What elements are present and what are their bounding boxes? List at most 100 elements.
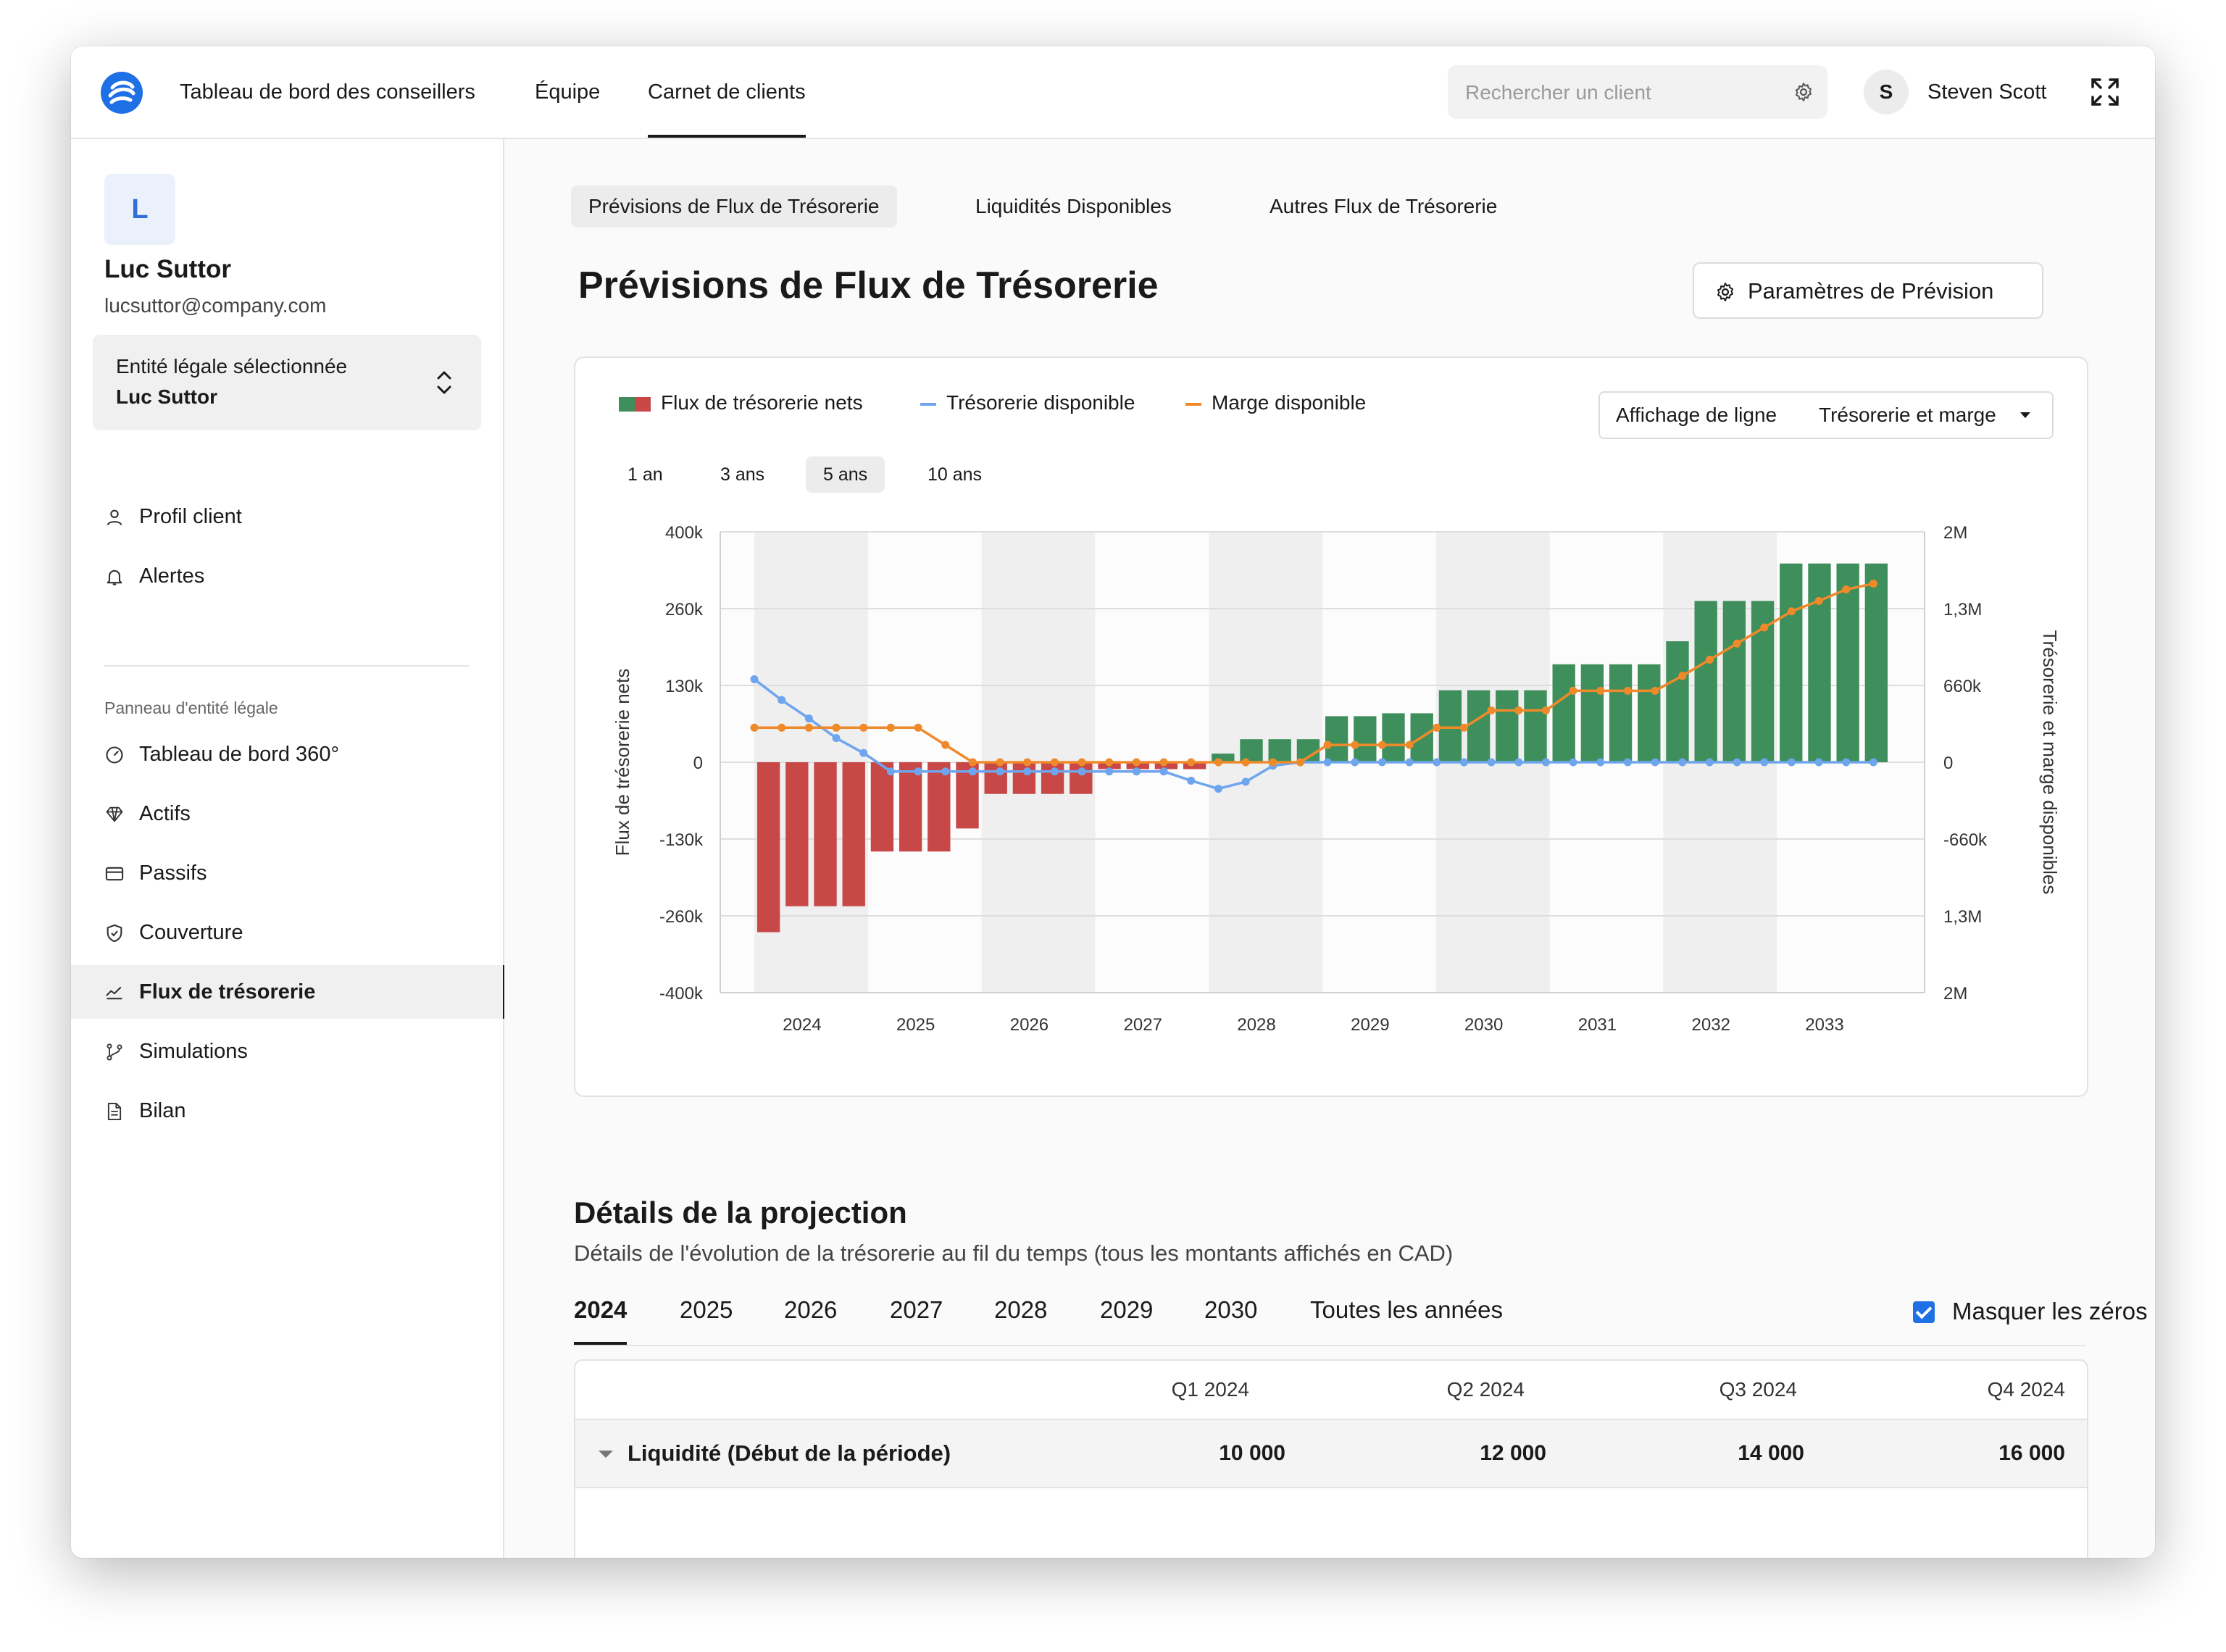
- available-margin-point: [804, 723, 813, 732]
- projection-subtitle: Détails de l'évolution de la trésorerie …: [574, 1240, 1454, 1266]
- net-cash-flow-bar: [1609, 664, 1633, 762]
- sidebar-item-liabilities[interactable]: Passifs: [71, 846, 503, 900]
- y-right-tick-label: 1,3M: [1943, 600, 1982, 620]
- year-tab-2030[interactable]: 2030: [1204, 1275, 1257, 1345]
- y-left-tick-label: -130k: [659, 830, 704, 850]
- credit-card-icon: [105, 867, 124, 881]
- tab-available-liquidity[interactable]: Liquidités Disponibles: [958, 185, 1189, 228]
- sidebar-item-cash-flow[interactable]: Flux de trésorerie: [71, 965, 506, 1019]
- sidebar-item-dashboard-360[interactable]: Tableau de bord 360°: [71, 727, 503, 781]
- available-margin-point: [1214, 758, 1222, 767]
- available-margin-point: [1132, 758, 1141, 767]
- net-cash-flow-bar: [756, 762, 780, 933]
- year-tab-2025[interactable]: 2025: [680, 1275, 733, 1345]
- legend-available-margin[interactable]: Marge disponible: [1185, 388, 1366, 417]
- sidebar-item-label: Profil client: [139, 505, 242, 528]
- legend-available-cash[interactable]: Trésorerie disponible: [920, 388, 1135, 417]
- net-cash-flow-bar: [1240, 739, 1263, 762]
- available-cash-point: [1814, 758, 1823, 767]
- range-5-years[interactable]: 5 ans: [806, 456, 885, 493]
- search-input[interactable]: [1464, 65, 1785, 120]
- gauge-icon: [106, 746, 123, 764]
- column-header-2: Q2 2024: [1446, 1378, 1525, 1401]
- sidebar-item-label: Bilan: [139, 1099, 186, 1122]
- y-left-tick-label: 260k: [665, 600, 704, 620]
- row-value-q3: 14 000: [1738, 1441, 1804, 1465]
- search-settings-icon[interactable]: [1793, 81, 1814, 103]
- sidebar-item-client-profile[interactable]: Profil client: [71, 490, 503, 543]
- year-tab-2024[interactable]: 2024: [574, 1275, 628, 1345]
- year-tab-2027[interactable]: 2027: [890, 1275, 943, 1345]
- year-tab-2028[interactable]: 2028: [994, 1275, 1047, 1345]
- available-cash-point: [1050, 767, 1059, 776]
- legend-label-margin: Marge disponible: [1212, 391, 1367, 414]
- sidebar-item-label: Alertes: [139, 564, 205, 588]
- hide-zeros-checkbox[interactable]: [1913, 1301, 1935, 1323]
- net-cash-flow-bar: [1694, 601, 1717, 762]
- year-tab-2026[interactable]: 2026: [784, 1275, 837, 1345]
- available-cash-point: [1596, 758, 1605, 767]
- net-cash-flow-bar: [1041, 762, 1064, 794]
- client-search: [1448, 65, 1827, 120]
- available-cash-point: [832, 734, 841, 743]
- tab-other-cash-flows[interactable]: Autres Flux de Trésorerie: [1252, 185, 1514, 228]
- nav-advisor-dashboard[interactable]: Tableau de bord des conseillers: [180, 46, 475, 138]
- available-cash-point: [1433, 758, 1441, 767]
- available-cash-point: [941, 767, 950, 776]
- available-cash-point: [1159, 767, 1168, 776]
- available-margin-point: [886, 723, 895, 732]
- table-row[interactable]: Liquidité (Début de la période) 10 000 12 …: [575, 1420, 2087, 1488]
- legend-net-cash-flow[interactable]: Flux de trésorerie nets: [619, 388, 863, 417]
- year-tab-all[interactable]: Toutes les années: [1310, 1275, 1503, 1345]
- available-cash-point: [1623, 758, 1632, 767]
- line-display-label: Affichage de ligne: [1616, 404, 1777, 426]
- available-cash-point: [1187, 776, 1196, 785]
- range-3-years[interactable]: 3 ans: [703, 456, 782, 493]
- expand-caret-icon[interactable]: [599, 1451, 613, 1458]
- x-tick-label: 2029: [1351, 1015, 1389, 1035]
- year-tab-2029[interactable]: 2029: [1100, 1275, 1153, 1345]
- x-tick-label: 2032: [1692, 1015, 1730, 1035]
- available-cash-point: [914, 767, 922, 776]
- available-margin-point: [1623, 686, 1632, 695]
- x-tick-label: 2028: [1237, 1015, 1275, 1035]
- nav-team[interactable]: Équipe: [535, 46, 600, 138]
- available-cash-point: [1541, 758, 1550, 767]
- logo-icon[interactable]: [100, 71, 143, 114]
- sidebar: L Luc Suttor lucsuttor@company.com Entit…: [71, 139, 506, 1558]
- sidebar-item-coverage[interactable]: Couverture: [71, 906, 503, 959]
- sidebar-item-simulations[interactable]: Simulations: [71, 1025, 503, 1078]
- available-margin-point: [1077, 758, 1086, 767]
- available-cash-point: [1487, 758, 1496, 767]
- y-right-tick-label: 2M: [1943, 523, 1967, 543]
- user-name[interactable]: Steven Scott: [1927, 46, 2046, 138]
- forecast-settings-button[interactable]: Paramètres de Prévision: [1693, 262, 2043, 319]
- legend-swatch-margin: [1185, 402, 1201, 406]
- available-cash-point: [1351, 758, 1359, 767]
- range-1-year[interactable]: 1 an: [610, 456, 680, 493]
- sidebar-item-balance-sheet[interactable]: Bilan: [71, 1084, 503, 1138]
- sidebar-item-assets[interactable]: Actifs: [71, 787, 503, 840]
- net-cash-flow-bar: [842, 762, 865, 906]
- net-cash-flow-bar: [899, 762, 922, 852]
- available-cash-point: [859, 748, 868, 757]
- sidebar-item-label: Passifs: [139, 862, 207, 885]
- column-header-3: Q3 2024: [1719, 1378, 1797, 1401]
- fullscreen-icon[interactable]: [2090, 77, 2120, 107]
- legal-entity-selector[interactable]: Entité légale sélectionnée Luc Suttor: [93, 335, 481, 430]
- available-margin-point: [1869, 580, 1877, 588]
- range-10-years[interactable]: 10 ans: [910, 456, 999, 493]
- line-display-select[interactable]: Affichage de ligne Trésorerie et marge: [1598, 391, 2054, 439]
- tab-cash-flow-forecast[interactable]: Prévisions de Flux de Trésorerie: [571, 185, 897, 228]
- available-cash-point: [1733, 758, 1741, 767]
- available-cash-point: [1569, 758, 1577, 767]
- column-header-1: Q1 2024: [1171, 1378, 1249, 1401]
- diamond-icon: [106, 806, 123, 822]
- nav-client-book[interactable]: Carnet de clients: [648, 46, 806, 138]
- available-margin-point: [778, 723, 786, 732]
- sidebar-item-alerts[interactable]: Alertes: [71, 549, 503, 603]
- user-avatar[interactable]: S: [1864, 70, 1909, 114]
- legend-label-net: Flux de trésorerie nets: [661, 391, 863, 414]
- available-margin-point: [1323, 741, 1332, 749]
- available-margin-point: [1760, 623, 1769, 632]
